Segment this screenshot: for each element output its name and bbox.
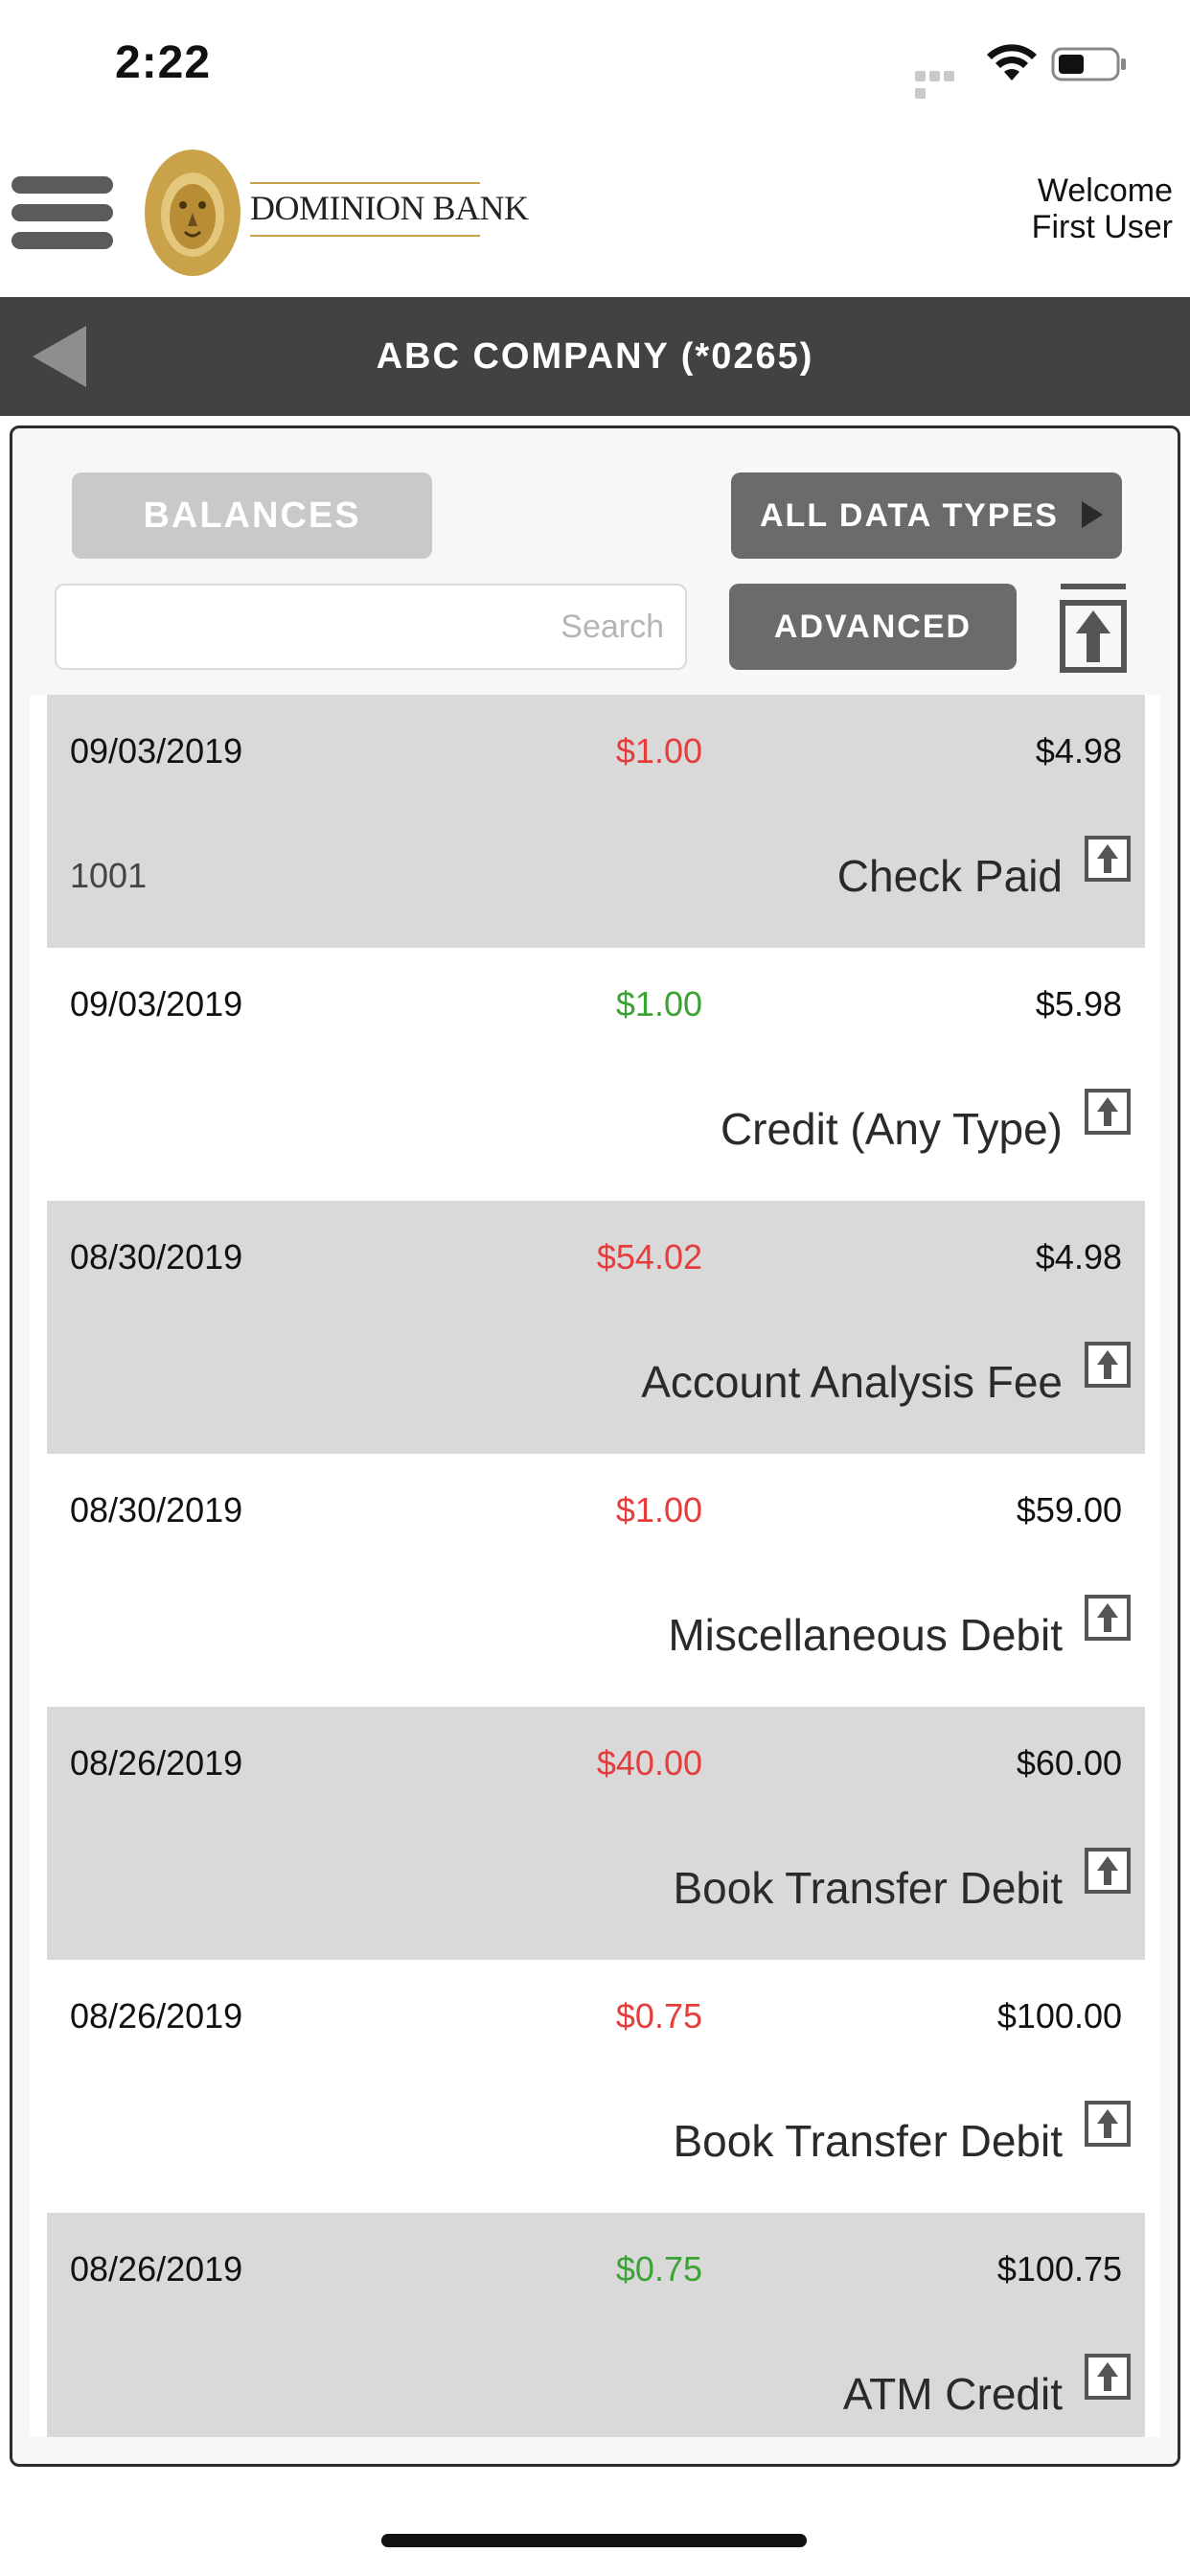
export-icon[interactable] [1084,1594,1132,1642]
transaction-row[interactable]: 08/26/2019 $0.75 $100.75 ATM Credit [47,2213,1145,2437]
back-arrow-icon[interactable] [29,322,92,391]
transaction-amount: $1.00 [615,731,702,770]
all-data-types-label: ALL DATA TYPES [760,497,1059,534]
lion-logo-icon [145,150,240,276]
cellular-signal-icon [915,69,971,99]
wifi-icon [987,44,1037,80]
play-arrow-icon [1082,501,1103,528]
battery-icon [1051,47,1126,81]
welcome-line: Welcome [1037,172,1173,209]
account-title: ABC COMPANY (*0265) [376,336,814,377]
transaction-amount: $0.75 [615,2249,702,2288]
transaction-description: Miscellaneous Debit [668,1610,1063,1660]
export-all-icon[interactable] [1059,582,1128,674]
transaction-amount: $1.00 [615,1490,702,1530]
transaction-date: 09/03/2019 [70,984,243,1024]
transaction-date: 08/26/2019 [70,1996,243,2036]
transaction-row[interactable]: 09/03/2019 $1.00 $5.98 Credit (Any Type) [47,948,1145,1201]
transaction-description: Book Transfer Debit [673,1863,1063,1913]
transaction-description: Book Transfer Debit [673,2116,1063,2166]
transaction-amount: $54.02 [596,1237,702,1276]
user-name: First User [1031,209,1173,245]
transaction-row[interactable]: 08/30/2019 $1.00 $59.00 Miscellaneous De… [47,1454,1145,1707]
transactions-panel: BALANCES ALL DATA TYPES ADVANCED 09/03/2… [10,426,1180,2467]
transaction-balance: $5.98 [1035,984,1122,1024]
transaction-list: 09/03/2019 $1.00 $4.98 1001 Check Paid 0… [30,695,1160,2437]
logo-rule-bottom [250,235,480,237]
transaction-description: ATM Credit [842,2369,1063,2419]
transaction-amount: $1.00 [615,984,702,1024]
transaction-row[interactable]: 08/30/2019 $54.02 $4.98 Account Analysis… [47,1201,1145,1454]
transaction-amount: $0.75 [615,1996,702,2036]
app-header: DOMINION BANK Welcome First User [0,125,1190,297]
export-icon[interactable] [1084,1088,1132,1136]
transaction-row[interactable]: 09/03/2019 $1.00 $4.98 1001 Check Paid [47,695,1145,948]
transaction-balance: $4.98 [1035,731,1122,770]
home-indicator[interactable] [381,2534,807,2547]
all-data-types-button[interactable]: ALL DATA TYPES [731,472,1122,559]
transaction-date: 08/26/2019 [70,1743,243,1782]
transaction-row[interactable]: 08/26/2019 $0.75 $100.00 Book Transfer D… [47,1960,1145,2213]
transaction-balance: $4.98 [1035,1237,1122,1276]
hamburger-menu-icon[interactable] [11,176,113,249]
export-icon[interactable] [1084,2353,1132,2401]
search-input[interactable] [55,584,687,670]
bank-name: DOMINION BANK [250,189,529,227]
logo-rule-top [250,182,480,184]
transaction-description: Check Paid [836,851,1063,901]
bank-logo: DOMINION BANK [142,146,529,280]
transaction-balance: $59.00 [1016,1490,1122,1530]
status-time: 2:22 [115,37,212,88]
transaction-date: 08/30/2019 [70,1490,243,1530]
export-icon[interactable] [1084,1847,1132,1895]
export-icon[interactable] [1084,835,1132,883]
status-bar: 2:22 [0,0,1190,125]
advanced-button[interactable]: ADVANCED [729,584,1017,670]
account-bar: ABC COMPANY (*0265) [0,297,1190,416]
transaction-date: 08/26/2019 [70,2249,243,2288]
transaction-balance: $60.00 [1016,1743,1122,1782]
transaction-description: Credit (Any Type) [720,1104,1063,1154]
export-icon[interactable] [1084,2100,1132,2148]
balances-button[interactable]: BALANCES [72,472,432,559]
transaction-row[interactable]: 08/26/2019 $40.00 $60.00 Book Transfer D… [47,1707,1145,1960]
transaction-balance: $100.75 [996,2249,1122,2288]
transaction-date: 08/30/2019 [70,1237,243,1276]
transaction-balance: $100.00 [996,1996,1122,2036]
welcome-message: Welcome First User [1032,172,1173,245]
transaction-amount: $40.00 [596,1743,702,1782]
transaction-date: 09/03/2019 [70,731,243,770]
export-icon[interactable] [1084,1341,1132,1389]
transaction-description: Account Analysis Fee [641,1357,1063,1407]
transaction-reference: 1001 [70,856,148,895]
